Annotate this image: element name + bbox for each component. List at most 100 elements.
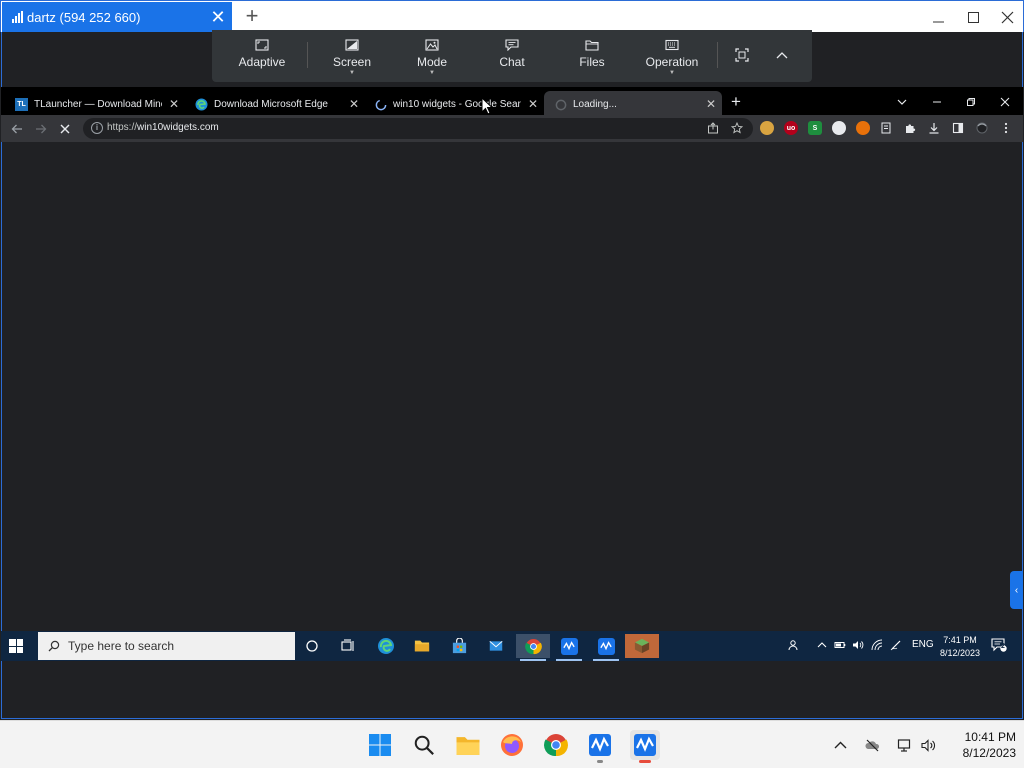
browser-tab-edge[interactable]: Download Microsoft Edge ✕	[185, 91, 365, 118]
tool-label: Operation	[645, 55, 699, 69]
downloads-button[interactable]	[926, 120, 942, 136]
tab-search-button[interactable]	[891, 93, 913, 111]
chevron-down-icon: ▼	[669, 70, 675, 76]
tray-chevron-up-icon[interactable]	[831, 736, 849, 754]
tab-close-icon[interactable]: ✕	[706, 98, 716, 110]
adaptive-button[interactable]: Adaptive	[223, 30, 301, 82]
browser-tab-google-search[interactable]: win10 widgets - Google Search ✕	[364, 91, 544, 118]
maximize-icon	[967, 11, 979, 23]
mouse-cursor-icon	[481, 97, 493, 115]
side-panel-handle[interactable]: ‹	[1010, 571, 1023, 609]
maximize-button[interactable]	[956, 5, 990, 29]
mail-icon[interactable]	[479, 634, 513, 658]
file-explorer-icon[interactable]	[453, 730, 483, 760]
host-clock[interactable]: 10:41 PM 8/12/2023	[946, 729, 1016, 761]
volume-icon[interactable]	[852, 639, 864, 651]
operation-button[interactable]: Operation ▼	[633, 30, 711, 82]
side-panel-button[interactable]	[950, 120, 966, 136]
close-window-button[interactable]	[990, 5, 1024, 29]
tab-close-icon[interactable]: ✕	[528, 98, 538, 110]
tab-label: TLauncher — Download Minecra	[34, 99, 162, 110]
file-explorer-icon[interactable]	[405, 634, 439, 658]
session-title: dartz (594 252 660)	[27, 9, 141, 25]
session-tab[interactable]: dartz (594 252 660) ✕	[2, 2, 232, 32]
bookmark-button[interactable]	[729, 120, 745, 136]
new-tab-button[interactable]: +	[731, 93, 741, 110]
people-icon[interactable]	[788, 639, 800, 651]
ublock-icon[interactable]: uo	[784, 121, 798, 135]
network-icon[interactable]	[895, 736, 913, 754]
browser-close-button[interactable]	[994, 93, 1016, 111]
browser-tab-loading[interactable]: Loading... ✕	[544, 91, 722, 118]
search-placeholder: Type here to search	[68, 639, 175, 653]
wifi-icon[interactable]	[871, 639, 883, 651]
fox-extension-icon[interactable]	[856, 121, 870, 135]
battery-icon[interactable]	[834, 639, 846, 651]
chrome-taskbar-icon[interactable]	[541, 730, 571, 760]
remote-search-box[interactable]: Type here to search	[38, 632, 295, 660]
remote-clock[interactable]: 7:41 PM 8/12/2023	[933, 634, 987, 660]
chevron-down-icon: ▼	[349, 70, 355, 76]
chrome-taskbar-icon[interactable]	[516, 634, 550, 661]
volume-icon[interactable]	[919, 736, 937, 754]
new-session-button[interactable]: +	[241, 5, 263, 29]
circle-extension-icon[interactable]	[832, 121, 846, 135]
minimize-button[interactable]	[921, 5, 955, 29]
files-button[interactable]: Files	[553, 30, 631, 82]
star-icon	[731, 122, 743, 134]
profile-avatar[interactable]	[974, 120, 990, 136]
notification-center-icon[interactable]: 2	[991, 638, 1007, 652]
tray-chevron-up-icon[interactable]	[816, 639, 828, 651]
language-indicator[interactable]: ENG	[912, 639, 934, 650]
tool-label: Mode	[416, 55, 448, 69]
minecraft-launcher-icon[interactable]	[625, 634, 659, 658]
tab-label: win10 widgets - Google Search	[393, 99, 521, 110]
fullscreen-button[interactable]	[733, 46, 751, 64]
windows-start-icon[interactable]	[365, 730, 395, 760]
browser-tab-tlauncher[interactable]: TL TLauncher — Download Minecra ✕	[5, 91, 185, 118]
browser-minimize-button[interactable]	[926, 93, 948, 111]
reading-list-button[interactable]	[878, 120, 894, 136]
site-info-icon[interactable]: i	[91, 122, 103, 134]
anydesk-taskbar-icon[interactable]	[552, 634, 586, 661]
screen-icon	[344, 38, 360, 52]
onedrive-offline-icon[interactable]	[863, 736, 881, 754]
cortana-icon[interactable]	[295, 634, 329, 658]
mode-button[interactable]: Mode ▼	[393, 30, 471, 82]
collapse-toolbar-button[interactable]	[773, 46, 791, 64]
stop-loading-button[interactable]	[56, 120, 74, 138]
close-icon	[1000, 97, 1010, 107]
anydesk-taskbar-icon-2[interactable]	[589, 634, 623, 661]
chat-button[interactable]: Chat	[473, 30, 551, 82]
pen-icon[interactable]	[890, 639, 902, 651]
separator	[717, 42, 718, 68]
address-bar[interactable]: i https://win10widgets.com	[83, 118, 753, 139]
back-button[interactable]	[8, 120, 26, 138]
task-view-icon[interactable]	[331, 634, 365, 658]
forward-button[interactable]	[32, 120, 50, 138]
browser-tabstrip: TL TLauncher — Download Minecra ✕ Downlo…	[1, 87, 1023, 118]
signal-icon	[12, 11, 23, 23]
browser-restore-button[interactable]	[960, 93, 982, 111]
cookie-icon[interactable]	[760, 121, 774, 135]
s-extension-icon[interactable]: S	[808, 121, 822, 135]
firefox-icon[interactable]	[497, 730, 527, 760]
browser-menu-button[interactable]	[998, 120, 1014, 136]
tool-label: Adaptive	[238, 55, 286, 69]
extensions-button[interactable]	[902, 120, 918, 136]
share-button[interactable]	[705, 120, 721, 136]
tab-close-icon[interactable]: ✕	[169, 98, 179, 110]
edge-icon	[195, 98, 208, 111]
screen-button[interactable]: Screen ▼	[313, 30, 391, 82]
search-icon[interactable]	[409, 730, 439, 760]
windows-start-icon[interactable]	[9, 639, 23, 653]
anydesk-taskbar-icon-active[interactable]	[630, 730, 660, 763]
chevron-down-icon: ▼	[429, 70, 435, 76]
avatar-icon	[976, 122, 988, 134]
edge-taskbar-icon[interactable]	[369, 634, 403, 658]
store-icon[interactable]	[442, 634, 476, 658]
tab-close-icon[interactable]: ✕	[349, 98, 359, 110]
anydesk-taskbar-icon[interactable]	[585, 730, 615, 763]
minimize-icon	[932, 21, 944, 22]
close-session-icon[interactable]: ✕	[208, 7, 228, 27]
